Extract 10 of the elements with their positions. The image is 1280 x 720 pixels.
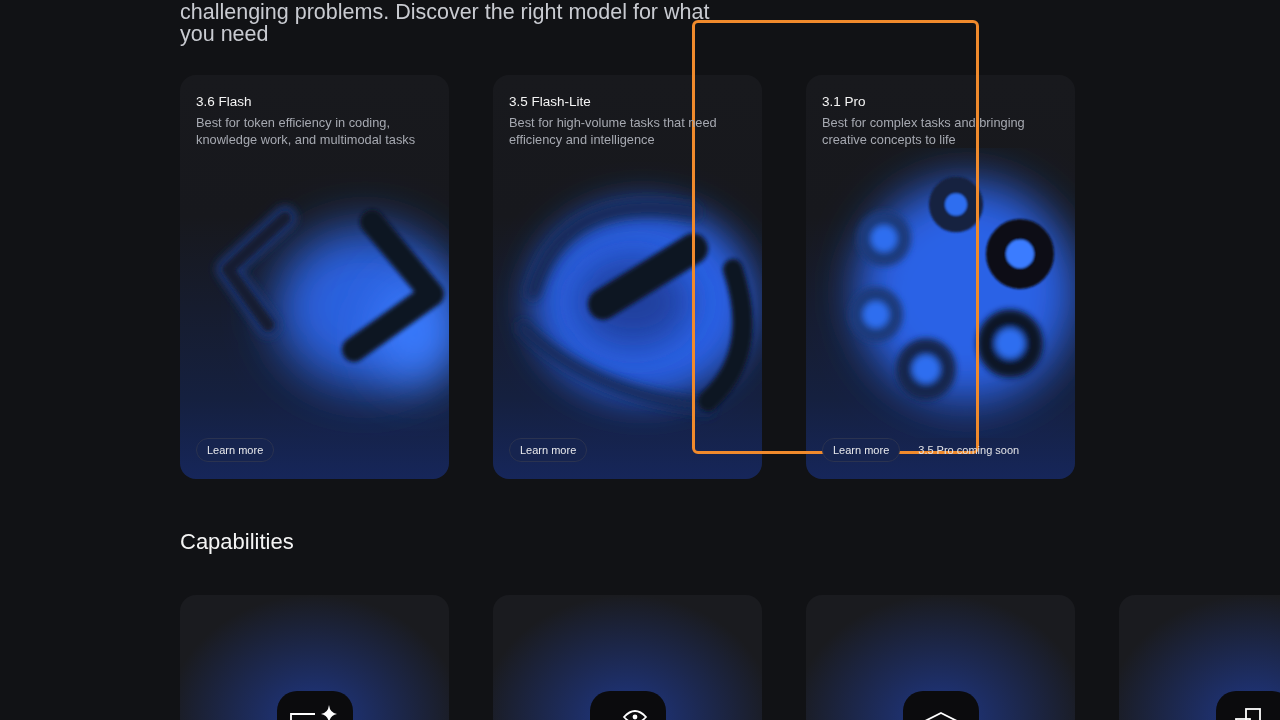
model-name: 3.1 Pro bbox=[822, 93, 867, 110]
intro-text: challenging problems. Discover the right model for what you need bbox=[180, 1, 711, 45]
learn-more-button[interactable]: Learn more bbox=[509, 438, 588, 462]
section-heading: Capabilities bbox=[180, 529, 295, 555]
learn-more-button[interactable]: Learn more bbox=[196, 438, 275, 462]
model-description: Best for complex tasks and bringing creative concepts to life bbox=[822, 114, 1026, 148]
learn-more-button[interactable]: Learn more bbox=[822, 438, 901, 462]
model-name: 3.6 Flash bbox=[196, 93, 253, 110]
model-description: Best for token efficiency in coding, knowledge work, and multimodal tasks bbox=[196, 114, 417, 148]
model-name: 3.5 Flash-Lite bbox=[509, 93, 592, 110]
